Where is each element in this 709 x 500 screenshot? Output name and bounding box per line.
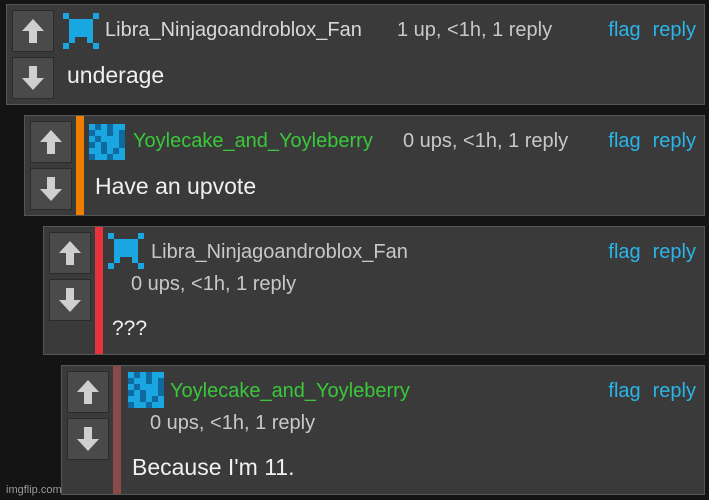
comment-meta: 0 ups, <1h, 1 reply [150, 412, 316, 434]
flag-link[interactable]: flag [608, 130, 640, 152]
pixel-avatar-icon [128, 372, 164, 408]
arrow-down-icon [77, 427, 99, 451]
reply-link[interactable]: reply [653, 241, 696, 263]
arrow-up-icon [22, 19, 44, 43]
arrow-down-icon [22, 66, 44, 90]
vote-column [25, 116, 77, 215]
comment-meta: 1 up, <1h, 1 reply [397, 19, 553, 41]
arrow-up-icon [59, 241, 81, 265]
thread-accent-bar [76, 116, 84, 215]
arrow-down-icon [40, 177, 62, 201]
downvote-button[interactable] [67, 418, 109, 460]
upvote-button[interactable] [30, 121, 72, 163]
vote-column [44, 227, 96, 354]
pixel-avatar-icon [89, 124, 125, 160]
comment-actions: flag reply [596, 130, 696, 153]
arrow-down-icon [59, 288, 81, 312]
flag-link[interactable]: flag [608, 241, 640, 263]
vote-column [62, 366, 114, 494]
pixel-avatar-icon [108, 233, 144, 269]
downvote-button[interactable] [49, 279, 91, 321]
comment-username[interactable]: Libra_Ninjagoandroblox_Fan [105, 19, 362, 42]
upvote-button[interactable] [67, 371, 109, 413]
reply-link[interactable]: reply [653, 380, 696, 402]
comment-username[interactable]: Yoylecake_and_Yoyleberry [170, 380, 410, 403]
comment-username[interactable]: Yoylecake_and_Yoyleberry [133, 130, 373, 153]
comment-meta: 0 ups, <1h, 1 reply [131, 273, 297, 295]
comment-actions: flag reply [596, 380, 696, 403]
comment-username[interactable]: Libra_Ninjagoandroblox_Fan [151, 241, 408, 264]
reply-link[interactable]: reply [653, 130, 696, 152]
comment: Libra_Ninjagoandroblox_Fan 1 up, <1h, 1 … [6, 4, 705, 105]
comment-text: underage [67, 62, 165, 88]
flag-link[interactable]: flag [608, 380, 640, 402]
reply-link[interactable]: reply [653, 19, 696, 41]
downvote-button[interactable] [30, 168, 72, 210]
comment: Libra_Ninjagoandroblox_Fan 0 ups, <1h, 1… [43, 226, 705, 355]
thread-accent-bar [113, 366, 121, 494]
arrow-up-icon [77, 380, 99, 404]
thread-accent-bar [95, 227, 103, 354]
upvote-button[interactable] [12, 10, 54, 52]
comment-meta: 0 ups, <1h, 1 reply [403, 130, 569, 152]
comment-text: ??? [112, 317, 148, 340]
imgflip-watermark: imgflip.com [6, 484, 62, 496]
comment: Yoylecake_and_Yoyleberry 0 ups, <1h, 1 r… [24, 115, 705, 216]
comment-text: Because I'm 11. [132, 454, 295, 480]
pixel-avatar-icon [63, 13, 99, 49]
comment-actions: flag reply [596, 241, 696, 264]
comment-actions: flag reply [596, 19, 696, 42]
comment-text: Have an upvote [95, 173, 257, 199]
flag-link[interactable]: flag [608, 19, 640, 41]
upvote-button[interactable] [49, 232, 91, 274]
vote-column [7, 5, 59, 104]
arrow-up-icon [40, 130, 62, 154]
downvote-button[interactable] [12, 57, 54, 99]
comment: Yoylecake_and_Yoyleberry 0 ups, <1h, 1 r… [61, 365, 705, 495]
